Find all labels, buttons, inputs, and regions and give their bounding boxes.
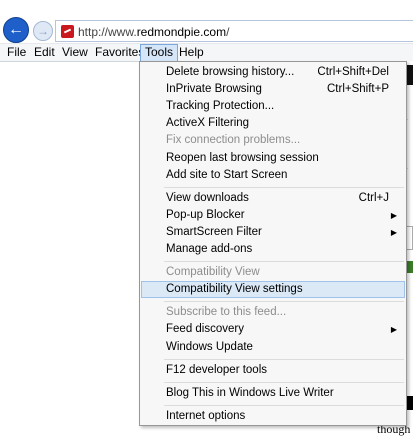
submenu-arrow-icon: ▶	[390, 325, 397, 334]
menu-item-label: F12 developer tools	[166, 364, 268, 376]
menu-item-smartscreen-filter[interactable]: SmartScreen Filter ▶	[141, 224, 405, 241]
menu-item-fix-connection-problems: Fix connection problems...	[141, 132, 405, 149]
menu-item-inprivate-browsing[interactable]: InPrivate Browsing Ctrl+Shift+P	[141, 81, 405, 98]
menu-item-tracking-protection[interactable]: Tracking Protection...	[141, 98, 405, 115]
menu-edit[interactable]: Edit	[30, 44, 59, 62]
url-domain: redmondpie.com	[136, 25, 227, 39]
menu-item-shortcut: Ctrl+Shift+P	[327, 83, 389, 95]
menu-item-reopen-last-session[interactable]: Reopen last browsing session	[141, 150, 405, 167]
navigation-bar: ← → http://www.redmondpie.com/	[0, 0, 413, 43]
menu-item-compatibility-view-settings[interactable]: Compatibility View settings	[141, 281, 405, 298]
menu-item-label: Add site to Start Screen	[166, 169, 288, 181]
address-bar[interactable]: http://www.redmondpie.com/	[55, 20, 413, 42]
menu-item-label: InPrivate Browsing	[166, 83, 262, 95]
tools-dropdown-menu: Delete browsing history... Ctrl+Shift+De…	[139, 61, 407, 426]
arrow-right-icon: →	[37, 24, 49, 38]
menu-item-label: Tracking Protection...	[166, 100, 275, 112]
menu-item-add-site-to-start-screen[interactable]: Add site to Start Screen	[141, 167, 405, 184]
menu-item-manage-add-ons[interactable]: Manage add-ons	[141, 241, 405, 258]
menu-separator	[164, 405, 404, 406]
menu-file[interactable]: File	[3, 44, 30, 62]
menu-item-shortcut: Ctrl+Shift+Del	[317, 66, 389, 78]
menu-item-internet-options[interactable]: Internet options	[141, 408, 405, 425]
url-suffix: /	[226, 25, 230, 39]
menu-item-activex-filtering[interactable]: ActiveX Filtering	[141, 115, 405, 132]
menu-item-compatibility-view: Compatibility View	[141, 264, 405, 281]
site-favicon-icon	[61, 25, 74, 38]
menu-item-label: Windows Update	[166, 341, 253, 353]
submenu-arrow-icon: ▶	[390, 211, 397, 220]
menu-item-delete-browsing-history[interactable]: Delete browsing history... Ctrl+Shift+De…	[141, 64, 405, 81]
menu-item-subscribe-to-feed: Subscribe to this feed...	[141, 304, 405, 321]
menu-separator	[164, 301, 404, 302]
menu-item-label: Manage add-ons	[166, 243, 253, 255]
menu-item-feed-discovery[interactable]: Feed discovery ▶	[141, 321, 405, 338]
menu-help[interactable]: Help	[175, 44, 208, 62]
menu-bar: File Edit View Favorites Tools Help	[0, 43, 413, 62]
menu-separator	[164, 187, 404, 188]
url-prefix: http://www.	[78, 25, 137, 39]
menu-item-label: Delete browsing history...	[166, 66, 295, 78]
url-text: http://www.redmondpie.com/	[78, 25, 229, 39]
arrow-left-icon: ←	[8, 21, 24, 38]
menu-item-label: Compatibility View	[166, 266, 260, 278]
menu-item-label: SmartScreen Filter	[166, 226, 262, 238]
menu-item-label: Feed discovery	[166, 323, 244, 335]
menu-item-label: Blog This in Windows Live Writer	[166, 387, 334, 399]
menu-item-popup-blocker[interactable]: Pop-up Blocker ▶	[141, 207, 405, 224]
menu-item-blog-this-live-writer[interactable]: Blog This in Windows Live Writer	[141, 385, 405, 402]
menu-item-windows-update[interactable]: Windows Update	[141, 339, 405, 356]
menu-item-label: ActiveX Filtering	[166, 117, 250, 129]
menu-item-label: Fix connection problems...	[166, 134, 301, 146]
menu-separator	[164, 382, 404, 383]
menu-tools[interactable]: Tools	[140, 44, 179, 62]
menu-item-f12-developer-tools[interactable]: F12 developer tools	[141, 362, 405, 379]
menu-item-label: View downloads	[166, 192, 249, 204]
menu-item-view-downloads[interactable]: View downloads Ctrl+J	[141, 190, 405, 207]
submenu-arrow-icon: ▶	[390, 228, 397, 237]
menu-view[interactable]: View	[58, 44, 92, 62]
menu-item-label: Pop-up Blocker	[166, 209, 245, 221]
menu-item-label: Compatibility View settings	[166, 283, 303, 295]
menu-separator	[164, 261, 404, 262]
menu-item-label: Subscribe to this feed...	[166, 306, 287, 318]
menu-separator	[164, 359, 404, 360]
forward-button[interactable]: →	[33, 21, 53, 41]
menu-item-label: Internet options	[166, 410, 246, 422]
back-button[interactable]: ←	[3, 17, 29, 43]
menu-item-label: Reopen last browsing session	[166, 152, 319, 164]
menu-item-shortcut: Ctrl+J	[358, 192, 389, 204]
